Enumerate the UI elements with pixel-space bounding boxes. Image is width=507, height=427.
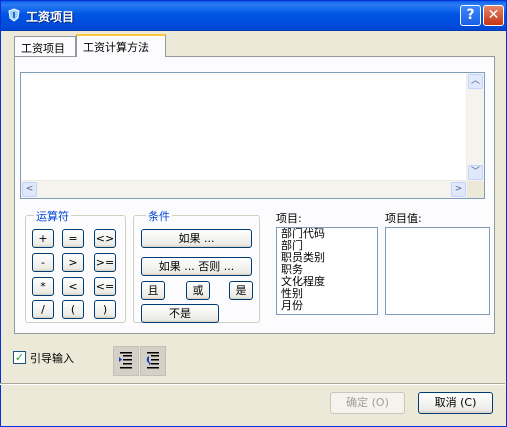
indent-tool-button[interactable] <box>113 346 139 376</box>
op-minus-button[interactable]: - <box>32 253 54 272</box>
scroll-down-icon[interactable]: ﹀ <box>468 165 483 180</box>
op-divide-button[interactable]: / <box>32 300 54 319</box>
op-less-button[interactable]: < <box>62 277 84 296</box>
op-multiply-button[interactable]: * <box>32 277 54 296</box>
list-item[interactable]: 月份 <box>277 300 377 312</box>
tab-calc-method[interactable]: 工资计算方法 <box>76 34 166 57</box>
op-less-equal-button[interactable]: <= <box>94 277 116 296</box>
or-button[interactable]: 或 <box>186 281 210 300</box>
fields-list[interactable]: 部门代码 部门 职员类别 职务 文化程度 性别 月份 <box>276 227 378 315</box>
field-values-label: 项目值: <box>385 212 422 225</box>
outdent-icon <box>146 352 159 369</box>
op-left-paren-button[interactable]: ( <box>62 300 84 319</box>
horizontal-scrollbar[interactable]: < > <box>21 180 467 198</box>
guide-input-checkbox[interactable]: ✓ <box>13 351 26 364</box>
op-equal-button[interactable]: = <box>62 229 84 248</box>
op-plus-button[interactable]: + <box>32 229 54 248</box>
title-bar[interactable]: 工资项目 ? ✕ <box>1 1 506 31</box>
field-values-list[interactable] <box>385 227 490 315</box>
outdent-tool-button[interactable] <box>140 346 166 376</box>
close-button[interactable]: ✕ <box>483 5 504 26</box>
fields-label: 项目: <box>276 212 302 225</box>
op-greater-equal-button[interactable]: >= <box>94 253 116 272</box>
formula-editor[interactable]: ︿ ﹀ < > <box>20 72 485 199</box>
scroll-corner <box>467 181 484 198</box>
op-greater-button[interactable]: > <box>62 253 84 272</box>
if-button[interactable]: 如果 ... <box>141 229 252 248</box>
op-not-equal-button[interactable]: <> <box>94 229 116 248</box>
indent-icon <box>119 352 132 369</box>
help-button[interactable]: ? <box>460 5 481 26</box>
cancel-button[interactable]: 取消 (C) <box>418 392 493 414</box>
footer-divider <box>0 383 505 385</box>
tab-salary-items[interactable]: 工资项目 <box>14 36 76 56</box>
window-title: 工资项目 <box>26 10 75 24</box>
scroll-left-icon[interactable]: < <box>22 182 37 197</box>
ok-button[interactable]: 确定 (O) <box>330 392 405 414</box>
op-right-paren-button[interactable]: ) <box>94 300 116 319</box>
conditions-label: 条件 <box>146 208 172 224</box>
scroll-up-icon[interactable]: ︿ <box>468 74 483 89</box>
not-button[interactable]: 不是 <box>141 304 219 323</box>
guide-input-label[interactable]: 引导输入 <box>30 350 74 366</box>
scroll-right-icon[interactable]: > <box>451 182 466 197</box>
vertical-scrollbar[interactable]: ︿ ﹀ <box>466 73 484 181</box>
if-else-button[interactable]: 如果 ... 否则 ... <box>141 257 252 276</box>
is-button[interactable]: 是 <box>229 281 253 300</box>
operators-label: 运算符 <box>34 208 71 224</box>
and-button[interactable]: 且 <box>141 281 165 300</box>
app-icon <box>8 8 20 22</box>
